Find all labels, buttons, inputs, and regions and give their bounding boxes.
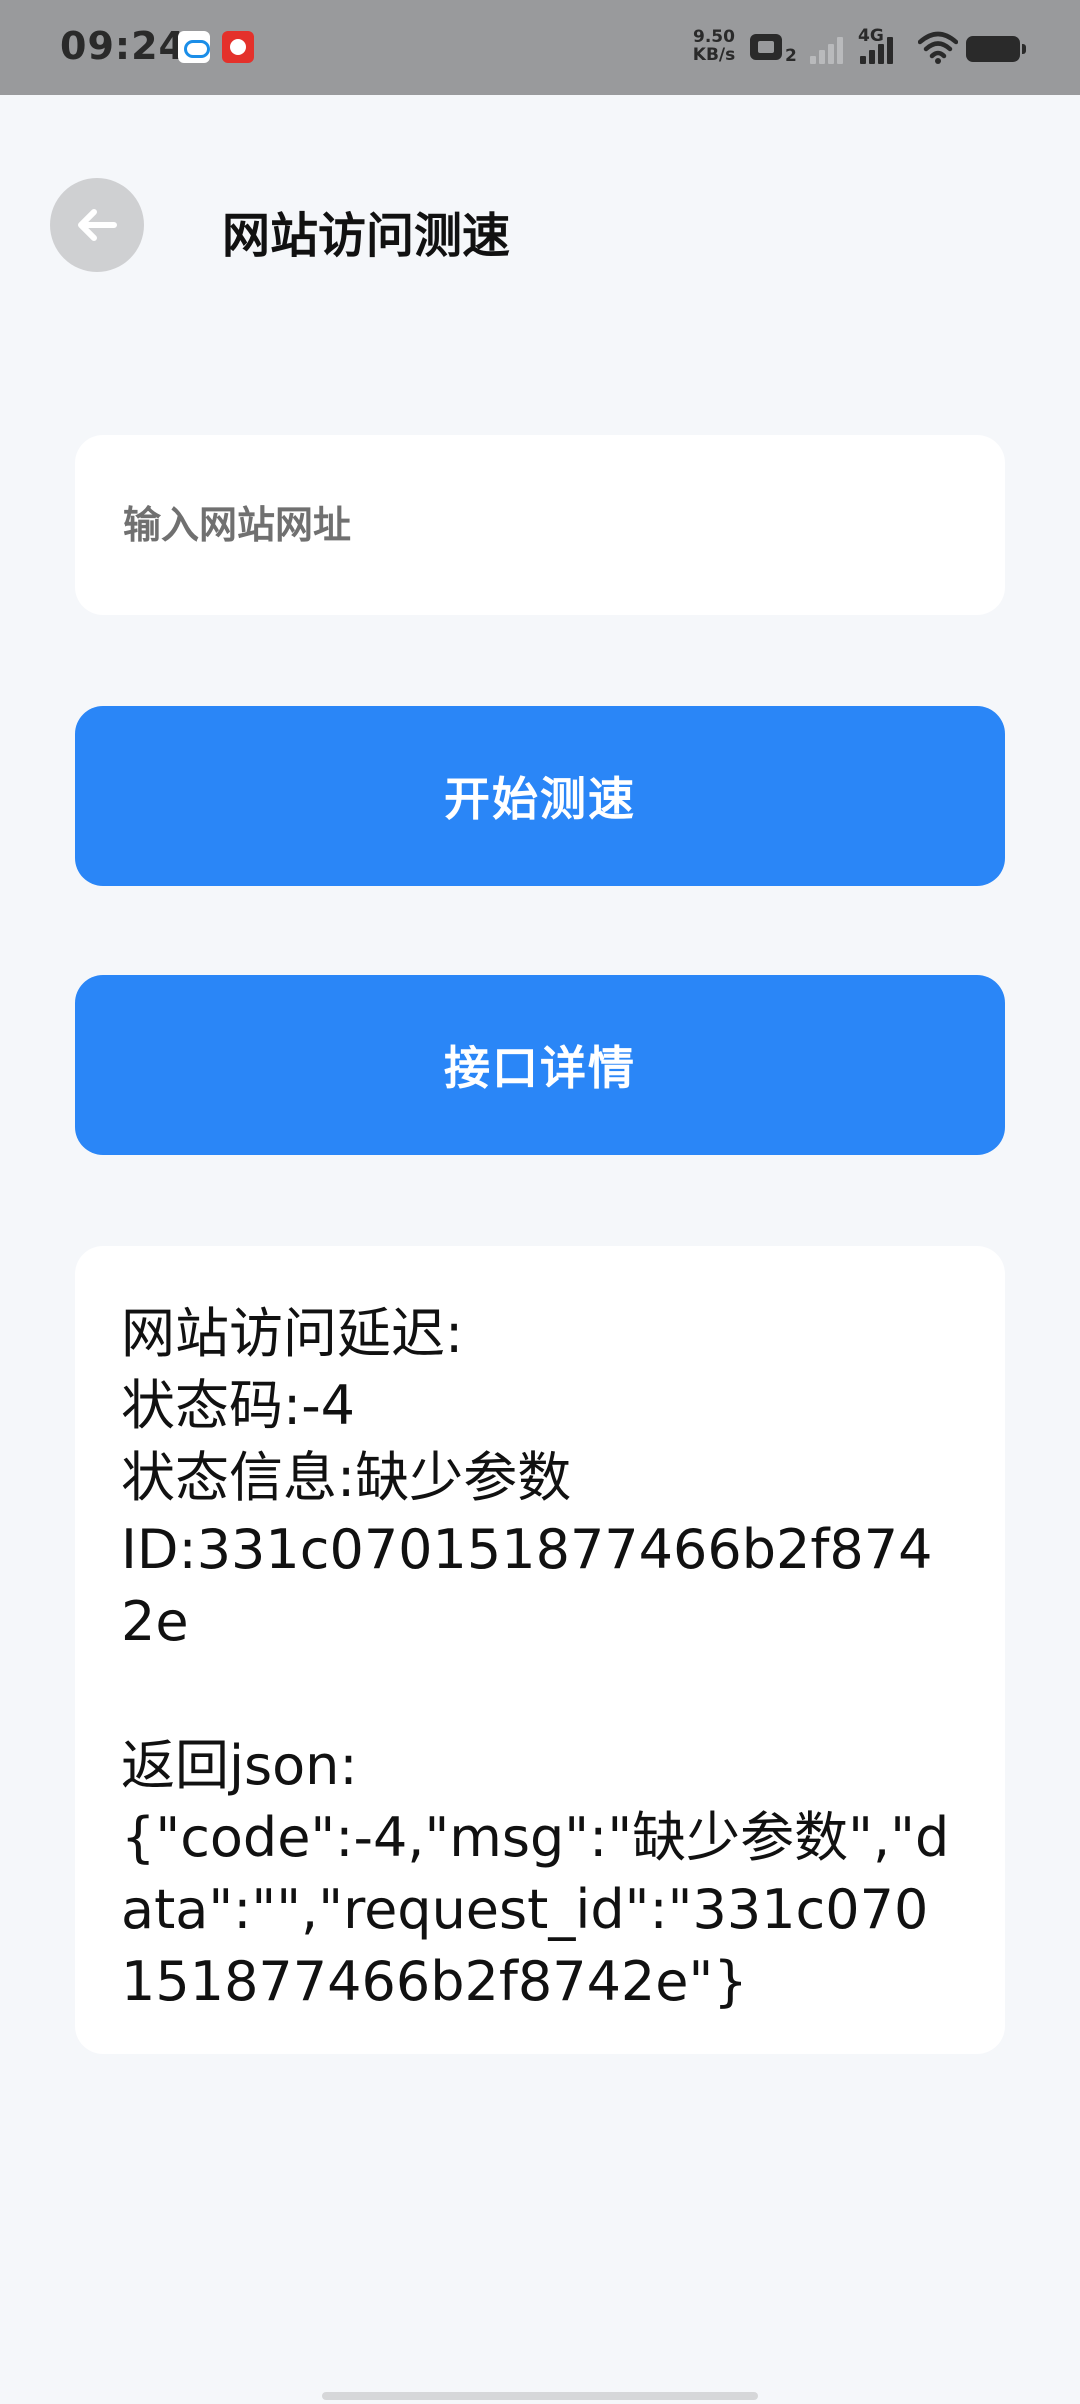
status-time: 09:24 — [60, 24, 186, 68]
signal-sim1-icon — [810, 36, 848, 64]
signal-sim2-icon — [860, 36, 898, 64]
network-speed: 9.50 KB/s — [690, 28, 738, 64]
wifi-icon — [918, 31, 958, 64]
url-input[interactable] — [123, 435, 963, 615]
network-speed-value: 9.50 — [693, 27, 735, 47]
arrow-left-icon — [78, 209, 117, 241]
cloud-app-icon — [178, 31, 210, 63]
page-title: 网站访问测速 — [222, 208, 511, 264]
url-input-card — [75, 435, 1005, 615]
battery-icon — [966, 36, 1026, 62]
status-bar: 09:24 9.50 KB/s 2 4G — [0, 0, 1080, 95]
news-app-icon — [222, 31, 254, 63]
hd-icon — [750, 34, 782, 60]
result-card: 网站访问延迟: 状态码:-4 状态信息:缺少参数 ID:331c07015187… — [75, 1246, 1005, 2054]
api-details-button[interactable]: 接口详情 — [75, 975, 1005, 1155]
hd-sub-label: 2 — [785, 46, 797, 66]
home-indicator[interactable] — [322, 2392, 758, 2400]
result-text: 网站访问延迟: 状态码:-4 状态信息:缺少参数 ID:331c07015187… — [121, 1302, 950, 2013]
back-button[interactable] — [50, 178, 144, 272]
start-speed-test-button[interactable]: 开始测速 — [75, 706, 1005, 886]
network-speed-unit: KB/s — [692, 45, 736, 65]
